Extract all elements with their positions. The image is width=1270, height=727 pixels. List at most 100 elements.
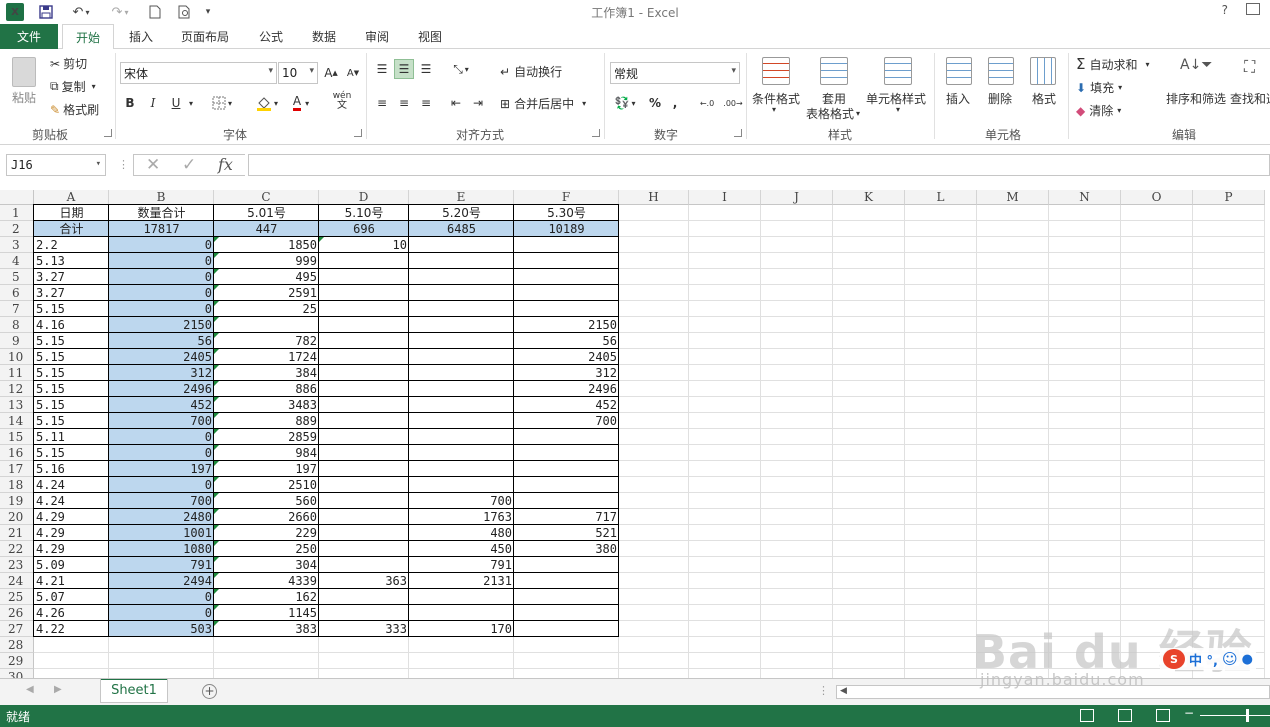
normal-view-icon[interactable]: [1080, 709, 1094, 722]
value-cell[interactable]: 162: [214, 589, 319, 605]
insert-function-icon[interactable]: fx: [218, 155, 233, 174]
value-cell[interactable]: 56: [514, 333, 619, 349]
autosum-button[interactable]: Σ 自动求和 ▾: [1076, 55, 1150, 73]
value-cell[interactable]: 1724: [214, 349, 319, 365]
column-header-b[interactable]: B: [109, 190, 214, 205]
delete-cells-icon[interactable]: [988, 57, 1014, 85]
zoom-slider[interactable]: [1200, 715, 1270, 716]
value-cell[interactable]: 363: [319, 573, 409, 589]
scroll-tabs-left-icon[interactable]: ◀: [26, 684, 34, 695]
paste-icon[interactable]: [12, 57, 36, 87]
column-header-o[interactable]: O: [1121, 190, 1193, 205]
decrease-indent-icon[interactable]: ⇤: [446, 93, 466, 113]
cancel-icon[interactable]: ✕: [146, 155, 160, 175]
value-cell[interactable]: 700: [514, 413, 619, 429]
value-cell[interactable]: 480: [409, 525, 514, 541]
date-cell[interactable]: 5.09: [34, 557, 109, 573]
row-header-26[interactable]: 26: [0, 605, 34, 621]
tab-file[interactable]: 文件: [0, 24, 58, 49]
font-name-select[interactable]: 宋体 ▾: [120, 62, 277, 84]
value-cell[interactable]: 2660: [214, 509, 319, 525]
italic-button[interactable]: I: [145, 93, 161, 113]
value-cell[interactable]: 452: [109, 397, 214, 413]
page-layout-view-icon[interactable]: [1118, 709, 1132, 722]
zoom-out-icon[interactable]: −: [1184, 706, 1194, 720]
emoji-icon[interactable]: ☺: [1222, 650, 1238, 668]
row-header-2[interactable]: 2: [0, 221, 34, 237]
column-header-a[interactable]: A: [34, 190, 109, 205]
value-cell[interactable]: 2150: [514, 317, 619, 333]
date-cell[interactable]: 4.16: [34, 317, 109, 333]
value-cell[interactable]: 984: [214, 445, 319, 461]
value-cell[interactable]: 0: [109, 269, 214, 285]
value-cell[interactable]: 2131: [409, 573, 514, 589]
increase-decimal-icon[interactable]: ←.0: [696, 93, 718, 113]
row-header-19[interactable]: 19: [0, 493, 34, 509]
row-header-5[interactable]: 5: [0, 269, 34, 285]
number-format-select[interactable]: 常规 ▾: [610, 62, 740, 84]
date-cell[interactable]: 4.29: [34, 541, 109, 557]
row-header-16[interactable]: 16: [0, 445, 34, 461]
value-cell[interactable]: 197: [214, 461, 319, 477]
row-header-28[interactable]: 28: [0, 637, 34, 653]
column-header-l[interactable]: L: [905, 190, 977, 205]
bold-button[interactable]: B: [122, 93, 138, 113]
value-cell[interactable]: 700: [409, 493, 514, 509]
ribbon-display-options-icon[interactable]: [1246, 3, 1260, 15]
date-cell[interactable]: 4.21: [34, 573, 109, 589]
date-cell[interactable]: 5.15: [34, 381, 109, 397]
date-cell[interactable]: 5.13: [34, 253, 109, 269]
row-header-17[interactable]: 17: [0, 461, 34, 477]
value-cell[interactable]: 0: [109, 445, 214, 461]
align-top-icon[interactable]: ☰: [372, 59, 392, 79]
binoculars-icon[interactable]: ⛶: [1244, 57, 1270, 85]
row-header-6[interactable]: 6: [0, 285, 34, 301]
tab-insert[interactable]: 插入: [118, 24, 164, 49]
row-header-4[interactable]: 4: [0, 253, 34, 269]
value-cell[interactable]: 791: [409, 557, 514, 573]
microphone-icon[interactable]: ●: [1242, 652, 1253, 667]
value-cell[interactable]: 1850: [214, 237, 319, 253]
value-cell[interactable]: 0: [109, 285, 214, 301]
date-cell[interactable]: 5.15: [34, 445, 109, 461]
value-cell[interactable]: 0: [109, 429, 214, 445]
zoom-slider-thumb[interactable]: [1246, 709, 1249, 722]
value-cell[interactable]: 0: [109, 589, 214, 605]
date-cell[interactable]: 5.15: [34, 349, 109, 365]
row-header-3[interactable]: 3: [0, 237, 34, 253]
split-handle-icon[interactable]: ⋮: [818, 684, 829, 697]
row-header-25[interactable]: 25: [0, 589, 34, 605]
row-header-23[interactable]: 23: [0, 557, 34, 573]
align-bottom-icon[interactable]: ☰: [416, 59, 436, 79]
insert-cells-button[interactable]: 插入: [946, 90, 970, 107]
row-header-30[interactable]: 30: [0, 669, 34, 678]
delete-cells-button[interactable]: 删除: [988, 90, 1012, 107]
horizontal-scrollbar[interactable]: ◀: [836, 685, 1270, 699]
date-cell[interactable]: 2.2: [34, 237, 109, 253]
date-cell[interactable]: 5.15: [34, 301, 109, 317]
format-painter-button[interactable]: ✎ 格式刷: [50, 101, 99, 118]
row-header-11[interactable]: 11: [0, 365, 34, 381]
name-box[interactable]: J16 ▾: [6, 154, 106, 176]
align-right-icon[interactable]: ≡: [416, 93, 436, 113]
value-cell[interactable]: 2150: [109, 317, 214, 333]
fill-color-button[interactable]: ▾: [252, 93, 282, 113]
column-header-i[interactable]: I: [689, 190, 761, 205]
value-cell[interactable]: 700: [109, 493, 214, 509]
column-header-j[interactable]: J: [761, 190, 833, 205]
totals-cell[interactable]: 17817: [109, 221, 214, 237]
column-header-c[interactable]: C: [214, 190, 319, 205]
value-cell[interactable]: 25: [214, 301, 319, 317]
row-header-29[interactable]: 29: [0, 653, 34, 669]
scroll-left-icon[interactable]: ◀: [840, 686, 847, 696]
row-header-15[interactable]: 15: [0, 429, 34, 445]
value-cell[interactable]: 250: [214, 541, 319, 557]
date-cell[interactable]: 5.07: [34, 589, 109, 605]
paste-button[interactable]: 粘贴: [12, 89, 36, 106]
row-header-1[interactable]: 1: [0, 205, 34, 221]
format-cells-icon[interactable]: [1030, 57, 1056, 85]
clipboard-launcher-icon[interactable]: [104, 129, 112, 137]
date-cell[interactable]: 3.27: [34, 285, 109, 301]
tab-home[interactable]: 开始: [62, 24, 114, 50]
value-cell[interactable]: 560: [214, 493, 319, 509]
